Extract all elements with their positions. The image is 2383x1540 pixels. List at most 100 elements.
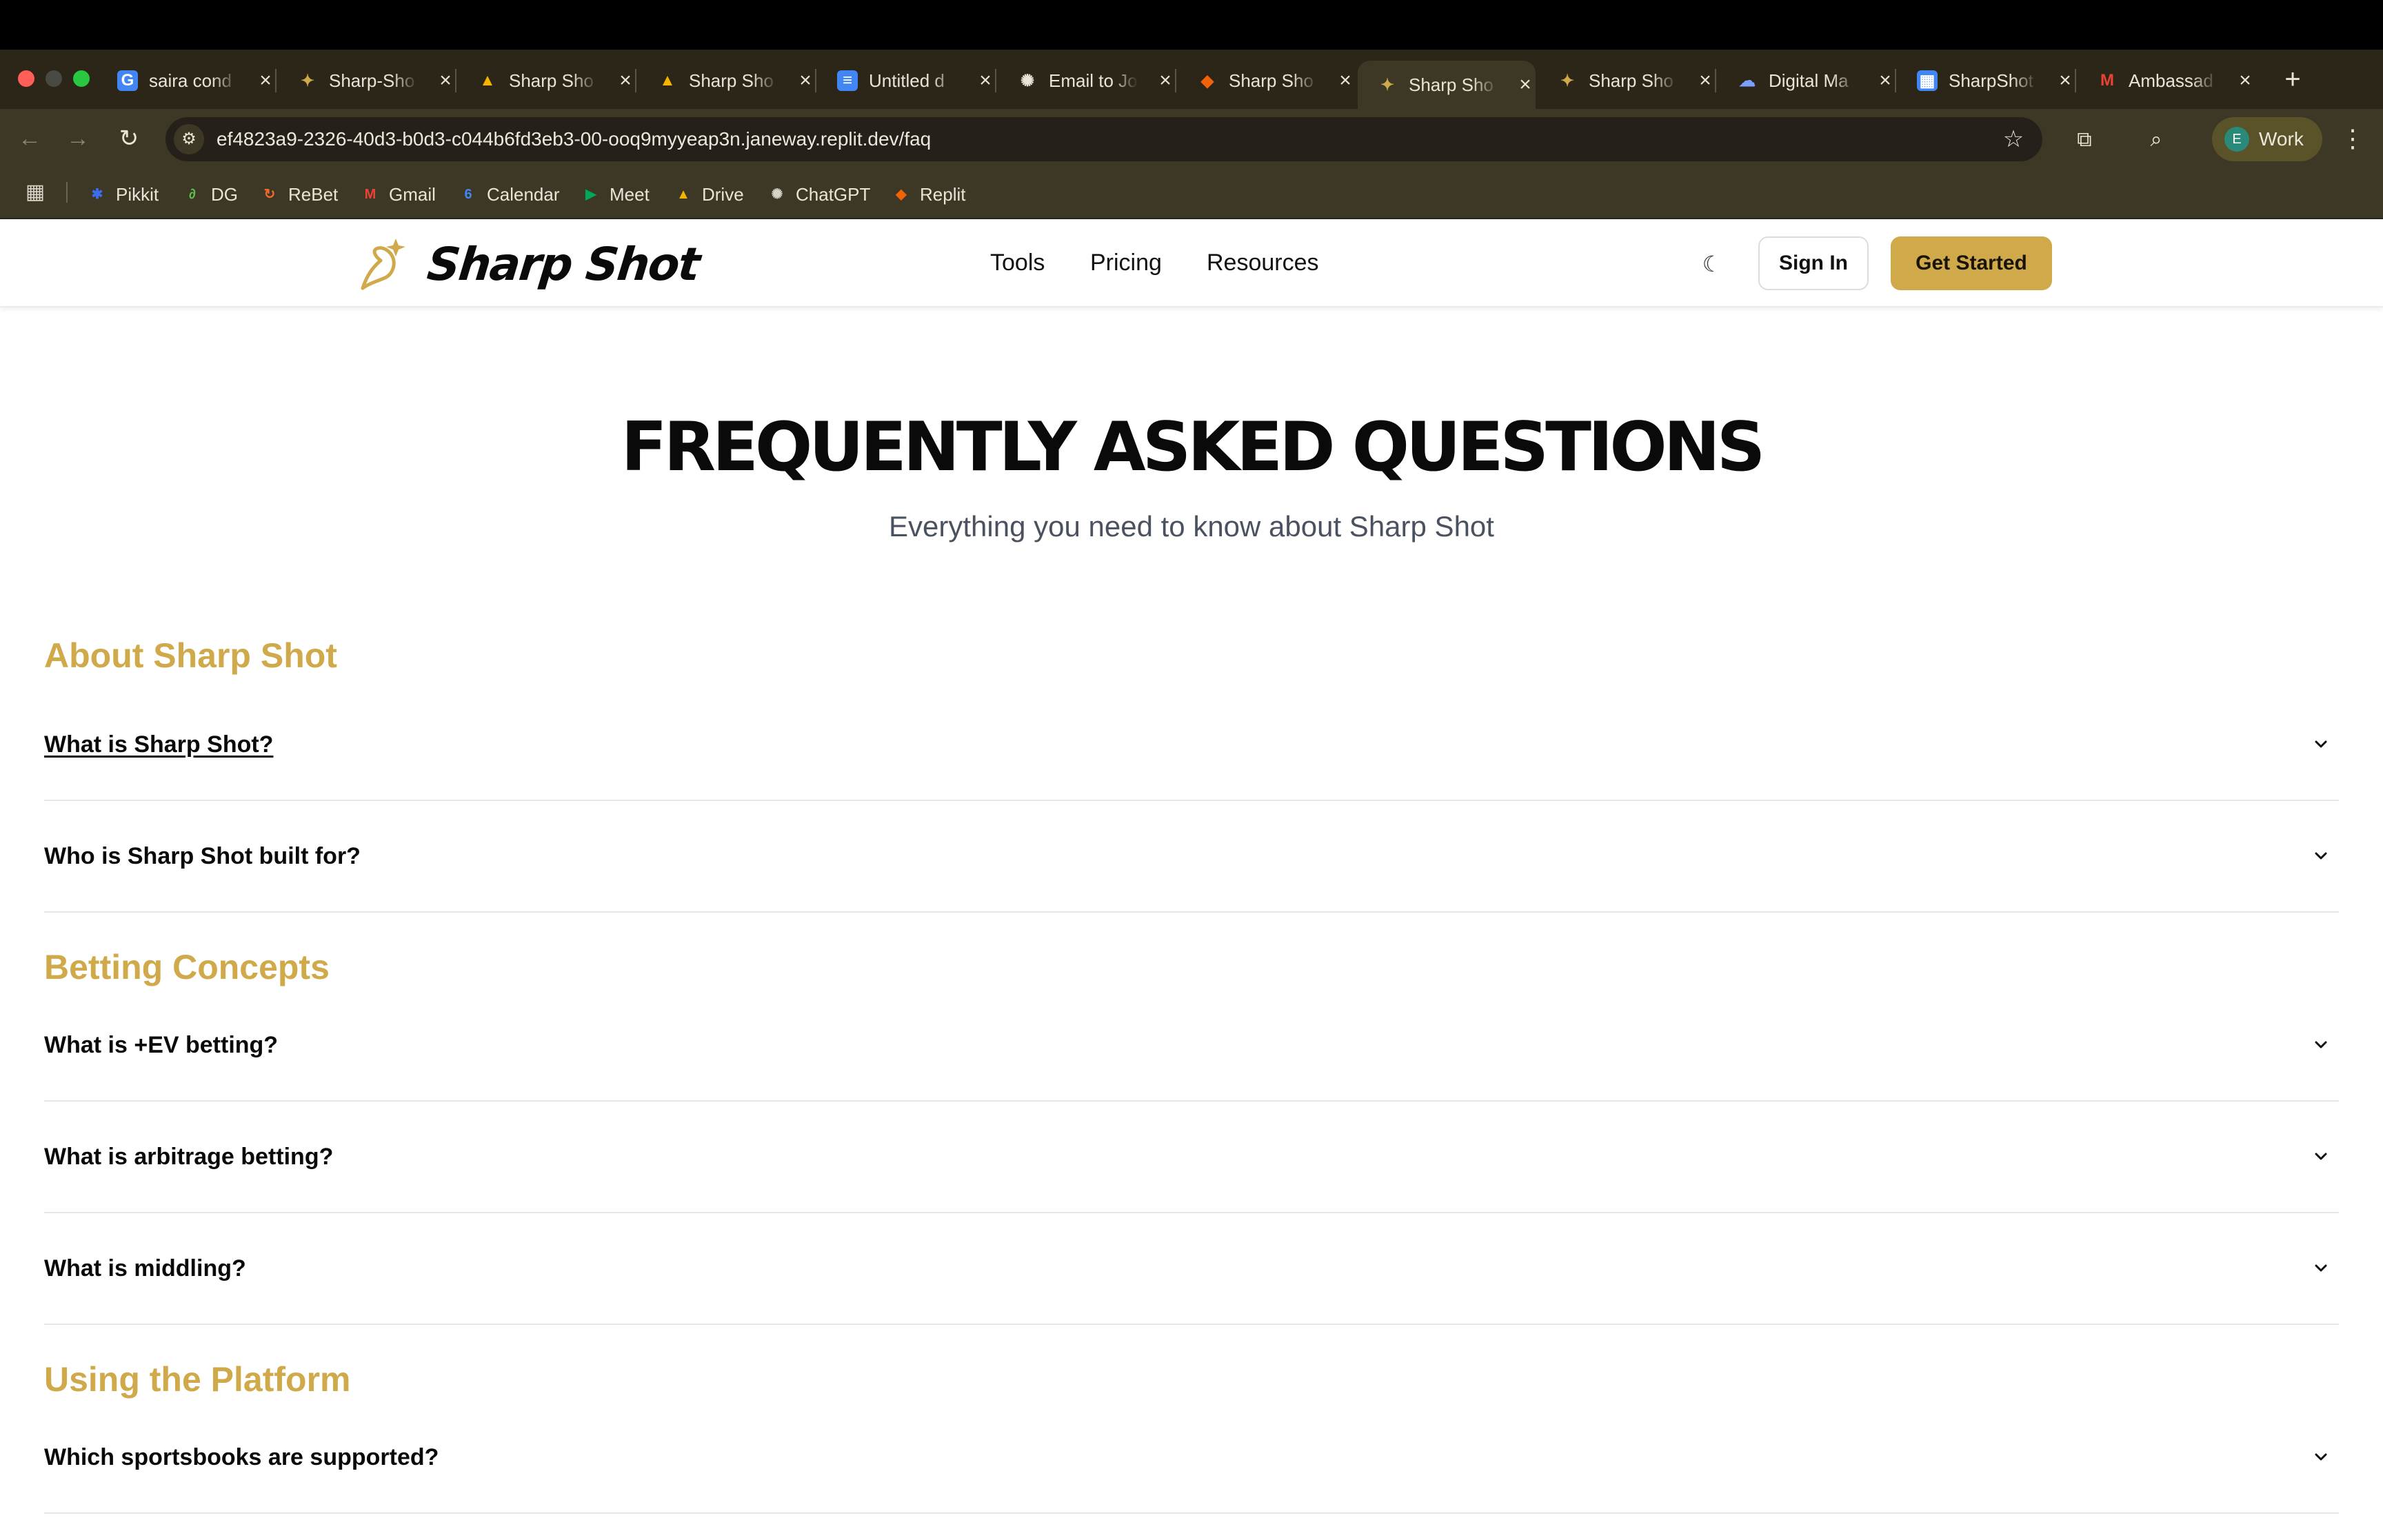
nav-pricing[interactable]: Pricing — [1090, 245, 1162, 280]
calendar-icon: 6 — [464, 187, 472, 202]
browser-tab[interactable]: ≡ Untitled d × — [818, 61, 996, 101]
bookmark-item[interactable]: M Gmail — [360, 181, 436, 208]
replit-icon: ◆ — [1200, 71, 1214, 90]
tab-close-icon[interactable]: × — [255, 69, 276, 92]
back-arrow-icon[interactable]: ← — [14, 123, 46, 154]
faq-item[interactable]: What is arbitrage betting? — [44, 1102, 2339, 1213]
faq-question[interactable]: What is middling? — [44, 1250, 246, 1286]
bookmark-item[interactable]: ↻ ReBet — [259, 181, 339, 208]
site-logo[interactable]: Sharp Shot — [353, 233, 701, 295]
tab-close-icon[interactable]: × — [435, 69, 456, 92]
tab-title: Sharp Sho — [509, 70, 594, 91]
tab-close-icon[interactable]: × — [2235, 69, 2255, 92]
profile-avatar: E — [2224, 127, 2249, 152]
bookmark-item[interactable]: ◆ Replit — [891, 181, 965, 208]
faq-question[interactable]: What is arbitrage betting? — [44, 1139, 333, 1175]
tab-separator — [995, 69, 996, 92]
site-settings-icon[interactable]: ⚙ — [174, 124, 204, 154]
chatgpt-icon: ✺ — [771, 187, 783, 202]
new-tab-plus-icon[interactable]: + — [2275, 62, 2310, 97]
browser-tab[interactable]: ▲ Sharp Sho × — [458, 61, 636, 101]
faq-item[interactable]: What is +EV betting? — [44, 990, 2339, 1102]
faq-question[interactable]: What is Sharp Shot? — [44, 727, 273, 762]
chevron-down-icon[interactable] — [2303, 1250, 2339, 1286]
address-bar-url[interactable]: ef4823a9-2326-40d3-b0d3-c044b6fd3eb3-00-… — [217, 127, 931, 152]
browser-tab[interactable]: ✦ Sharp Sho × — [1538, 61, 1716, 101]
chevron-down-icon[interactable] — [2303, 838, 2339, 874]
get-started-button[interactable]: Get Started — [1891, 236, 2052, 290]
faq-question[interactable]: Who is Sharp Shot built for? — [44, 838, 361, 874]
bookmark-label: Pikkit — [116, 183, 159, 205]
bookmark-item[interactable]: ▶ Meet — [581, 181, 650, 208]
tab-title: Ambassad — [2129, 70, 2213, 91]
page-subtitle: Everything you need to know about Sharp … — [889, 510, 1494, 543]
browser-tab[interactable]: ◆ Sharp Sho × — [1178, 61, 1356, 101]
sign-in-button[interactable]: Sign In — [1758, 236, 1869, 290]
bookmark-item[interactable]: ✺ ChatGPT — [767, 181, 871, 208]
chevron-down-icon[interactable] — [2303, 1139, 2339, 1175]
browser-tab[interactable]: M Ambassad × — [2078, 61, 2255, 101]
bookmark-item[interactable]: ▲ Drive — [673, 181, 744, 208]
tab-separator — [1895, 69, 1896, 92]
tab-title: Sharp Sho — [689, 70, 774, 91]
tab-close-icon[interactable]: × — [795, 69, 816, 92]
tab-close-icon[interactable]: × — [2055, 69, 2075, 92]
bookmark-item[interactable]: ✱ Pikkit — [87, 181, 159, 208]
browser-tab[interactable]: ▦ SharpShot × — [1898, 61, 2075, 101]
browser-tab[interactable]: ▲ Sharp Sho × — [638, 61, 816, 101]
chevron-down-icon[interactable] — [2303, 727, 2339, 762]
bookmarks-bar — [0, 168, 2383, 219]
browser-tab[interactable]: ☁ Digital Ma × — [1718, 61, 1896, 101]
browser-menu-kebab-icon[interactable]: ⋮ — [2339, 123, 2366, 154]
bookmark-label: Gmail — [389, 183, 436, 205]
faq-question[interactable]: Which sportsbooks are supported? — [44, 1439, 439, 1475]
sharp-shot-icon: ✦ — [1380, 75, 1395, 94]
extensions-puzzle-icon[interactable]: ⧉ — [2069, 124, 2100, 156]
google-docs-icon: ≡ — [837, 70, 858, 91]
maximize-window-button[interactable] — [73, 70, 90, 87]
tab-search-icon[interactable]: ⌕ — [2140, 124, 2172, 156]
tab-close-icon[interactable]: × — [975, 69, 996, 92]
chevron-down-icon[interactable] — [2303, 1439, 2339, 1475]
sharp-shot-icon: ✦ — [1560, 71, 1575, 90]
tab-separator — [815, 69, 816, 92]
profile-button[interactable]: E Work — [2212, 117, 2322, 161]
close-window-button[interactable] — [18, 70, 34, 87]
faq-item[interactable]: What is Sharp Shot? — [44, 689, 2339, 801]
browser-tab[interactable]: ✦ Sharp Sho × — [1358, 61, 1536, 109]
bookmark-star-icon[interactable]: ☆ — [1998, 124, 2029, 154]
section-heading-betting-concepts: Betting Concepts — [44, 948, 330, 986]
bookmark-label: Replit — [920, 183, 966, 205]
gmail-icon: M — [2100, 71, 2114, 90]
tab-close-icon[interactable]: × — [1335, 69, 1356, 92]
page-title: FREQUENTLY ASKED QUESTIONS — [621, 408, 1766, 487]
browser-tab[interactable]: ✦ Sharp-Sho × — [278, 61, 456, 101]
tab-title: Sharp-Sho — [329, 70, 415, 91]
tab-close-icon[interactable]: × — [1875, 69, 1896, 92]
nav-tools[interactable]: Tools — [990, 245, 1045, 280]
tab-separator — [1715, 69, 1716, 92]
apps-grid-icon[interactable]: ▦ — [23, 181, 47, 204]
faq-item[interactable]: What is middling? — [44, 1213, 2339, 1325]
browser-tab[interactable]: Gsaira cond × — [98, 61, 276, 101]
faq-item[interactable]: Who is Sharp Shot built for? — [44, 801, 2339, 913]
tab-title: Sharp Sho — [1589, 70, 1673, 91]
nav-resources[interactable]: Resources — [1207, 245, 1319, 280]
bookmark-item[interactable]: 6 Calendar — [458, 181, 559, 208]
dark-mode-moon-icon[interactable]: ☾ — [1695, 247, 1729, 281]
pikkit-icon: ✱ — [91, 187, 103, 202]
bookmark-label: DG — [211, 183, 238, 205]
faq-question[interactable]: What is +EV betting? — [44, 1027, 278, 1063]
reload-icon[interactable]: ↻ — [113, 123, 145, 154]
chevron-down-icon[interactable] — [2303, 1027, 2339, 1063]
bookmark-item[interactable]: ∂ DG — [182, 181, 238, 208]
faq-item[interactable]: Which sportsbooks are supported? — [44, 1402, 2339, 1514]
google-icon: G — [117, 70, 138, 91]
tab-close-icon[interactable]: × — [615, 69, 636, 92]
minimize-window-button[interactable] — [46, 70, 62, 87]
browser-tab[interactable]: ✺ Email to Jo × — [998, 61, 1176, 101]
tab-close-icon[interactable]: × — [1695, 69, 1716, 92]
tab-close-icon[interactable]: × — [1515, 73, 1536, 97]
tab-close-icon[interactable]: × — [1155, 69, 1176, 92]
forward-arrow-icon[interactable]: → — [62, 123, 94, 154]
